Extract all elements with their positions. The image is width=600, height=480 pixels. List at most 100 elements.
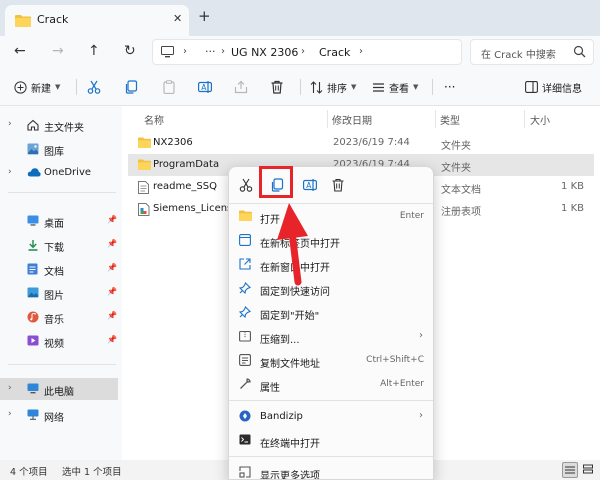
- more-options-button[interactable]: ···: [444, 76, 455, 98]
- new-button[interactable]: 新建 ▼: [14, 76, 60, 98]
- file-name: readme_SSQ: [153, 181, 217, 192]
- menu-item-copy-path[interactable]: 复制文件地址 Ctrl+Shift+C: [229, 349, 433, 373]
- details-label: 详细信息: [542, 83, 582, 95]
- tiles-view-icon: [583, 464, 593, 474]
- pin-icon[interactable]: 📌: [107, 311, 117, 320]
- menu-item-pin-quick-access[interactable]: 固定到快速访问: [229, 277, 433, 301]
- chevron-right-icon: ›: [359, 46, 363, 57]
- sidebar-item-label: OneDrive: [44, 167, 92, 178]
- menu-item-open-new-tab[interactable]: 在新标签页中打开: [229, 229, 433, 253]
- menu-item-label: 显示更多选项: [260, 471, 320, 480]
- sidebar-item-gallery[interactable]: 图库: [0, 138, 120, 160]
- file-size: 1 KB: [561, 203, 584, 214]
- sidebar-item-videos[interactable]: 视频 📌: [0, 330, 120, 352]
- menu-item-open-terminal[interactable]: 在终端中打开: [229, 429, 433, 453]
- context-delete-button[interactable]: [326, 174, 350, 196]
- rename-icon: A: [303, 179, 317, 191]
- toolbar-divider: [76, 79, 77, 95]
- menu-item-label: 固定到快速访问: [260, 287, 330, 298]
- breadcrumb-crack[interactable]: Crack: [319, 46, 350, 59]
- pin-icon[interactable]: 📌: [107, 239, 117, 248]
- svg-text:A: A: [306, 181, 312, 190]
- menu-item-open[interactable]: 打开 Enter: [229, 205, 433, 229]
- menu-item-shortcut: Ctrl+Shift+C: [366, 355, 424, 365]
- pin-icon[interactable]: 📌: [107, 287, 117, 296]
- column-header-size[interactable]: 大小: [530, 112, 550, 127]
- cloud-icon: [27, 168, 41, 177]
- column-separator[interactable]: [435, 110, 436, 128]
- menu-item-label: 复制文件地址: [260, 359, 320, 370]
- menu-item-compress[interactable]: 压缩到... ›: [229, 325, 433, 349]
- search-box[interactable]: 在 Crack 中搜索: [470, 39, 594, 65]
- navigation-pane: › 主文件夹 图库 › OneDrive 桌面 📌 下载 📌 文档 📌 图片 📌…: [0, 106, 122, 460]
- tab-crack[interactable]: Crack ✕: [5, 5, 189, 36]
- menu-item-pin-start[interactable]: 固定到"开始": [229, 301, 433, 325]
- sidebar-item-network[interactable]: › 网络: [0, 404, 120, 426]
- share-button[interactable]: [234, 76, 248, 98]
- selection-count: 选中 1 个项目: [62, 467, 122, 478]
- context-cut-button[interactable]: [234, 174, 258, 196]
- paste-button[interactable]: [162, 76, 176, 98]
- menu-item-label: 在终端中打开: [260, 439, 320, 450]
- menu-item-open-new-window[interactable]: 在新窗口中打开: [229, 253, 433, 277]
- column-header-name[interactable]: 名称: [144, 112, 164, 127]
- details-view-button[interactable]: [562, 462, 578, 478]
- table-row[interactable]: NX2306 2023/6/19 7:44 文件夹: [128, 132, 594, 154]
- breadcrumb-ug-nx-2306[interactable]: UG NX 2306: [231, 46, 298, 59]
- sidebar-item-music[interactable]: 音乐 📌: [0, 306, 120, 328]
- sidebar-item-downloads[interactable]: 下载 📌: [0, 234, 120, 256]
- column-separator[interactable]: [524, 110, 525, 128]
- up-button[interactable]: ↑: [88, 42, 100, 60]
- pin-icon[interactable]: 📌: [107, 263, 117, 272]
- forward-button[interactable]: →: [52, 42, 64, 60]
- sidebar-item-home[interactable]: › 主文件夹: [0, 114, 120, 136]
- folder-icon: [138, 159, 151, 170]
- menu-item-properties[interactable]: 属性 Alt+Enter: [229, 373, 433, 397]
- sort-button[interactable]: 排序 ▼: [310, 76, 356, 98]
- sidebar-item-documents[interactable]: 文档 📌: [0, 258, 120, 280]
- column-separator[interactable]: [327, 110, 328, 128]
- command-bar: 新建 ▼ A 排序 ▼ 查看 ▼ ··· 详细信息: [0, 68, 600, 106]
- zip-folder-icon: [239, 330, 251, 342]
- breadcrumb-overflow[interactable]: ···: [205, 45, 216, 58]
- details-pane-button[interactable]: 详细信息: [525, 76, 582, 98]
- menu-item-show-more-options[interactable]: 显示更多选项: [229, 461, 433, 480]
- scissors-icon: [239, 178, 253, 192]
- context-rename-button[interactable]: A: [298, 174, 322, 196]
- pin-icon[interactable]: 📌: [107, 335, 117, 344]
- svg-text:A: A: [201, 83, 207, 92]
- search-icon: [573, 45, 586, 58]
- sidebar-item-pictures[interactable]: 图片 📌: [0, 282, 120, 304]
- delete-button[interactable]: [270, 76, 284, 98]
- sidebar-item-desktop[interactable]: 桌面 📌: [0, 210, 120, 232]
- copy-icon: [125, 80, 138, 94]
- pin-icon: [239, 282, 251, 294]
- folder-open-icon: [239, 210, 252, 221]
- sort-label: 排序: [327, 83, 347, 95]
- tiles-view-button[interactable]: [581, 462, 597, 478]
- sidebar-item-label: 图片: [44, 291, 64, 302]
- rename-button[interactable]: A: [198, 76, 212, 98]
- chevron-right-icon: ›: [183, 46, 187, 57]
- chevron-down-icon: ▼: [413, 83, 419, 91]
- address-bar[interactable]: › ··· › UG NX 2306 › Crack ›: [152, 39, 462, 65]
- cut-button[interactable]: [87, 76, 101, 98]
- copy-button[interactable]: [124, 76, 138, 98]
- column-header-date[interactable]: 修改日期: [332, 112, 372, 127]
- column-header-type[interactable]: 类型: [440, 112, 460, 127]
- sidebar-item-onedrive[interactable]: › OneDrive: [0, 162, 120, 184]
- navigation-bar: ← → ↑ ↻ › ··· › UG NX 2306 › Crack › 在 C…: [0, 36, 600, 68]
- paste-icon: [163, 80, 175, 94]
- new-tab-button[interactable]: +: [198, 9, 211, 24]
- view-button[interactable]: 查看 ▼: [372, 76, 418, 98]
- pin-icon[interactable]: 📌: [107, 215, 117, 224]
- menu-item-bandizip[interactable]: Bandizip ›: [229, 405, 433, 429]
- picture-icon: [27, 287, 39, 298]
- search-placeholder: 在 Crack 中搜索: [481, 50, 556, 61]
- terminal-icon: [239, 434, 251, 445]
- close-tab-icon[interactable]: ✕: [173, 12, 182, 25]
- trash-icon: [332, 178, 344, 192]
- sidebar-item-this-pc[interactable]: › 此电脑: [0, 378, 118, 400]
- back-button[interactable]: ←: [14, 42, 26, 60]
- refresh-button[interactable]: ↻: [124, 42, 136, 60]
